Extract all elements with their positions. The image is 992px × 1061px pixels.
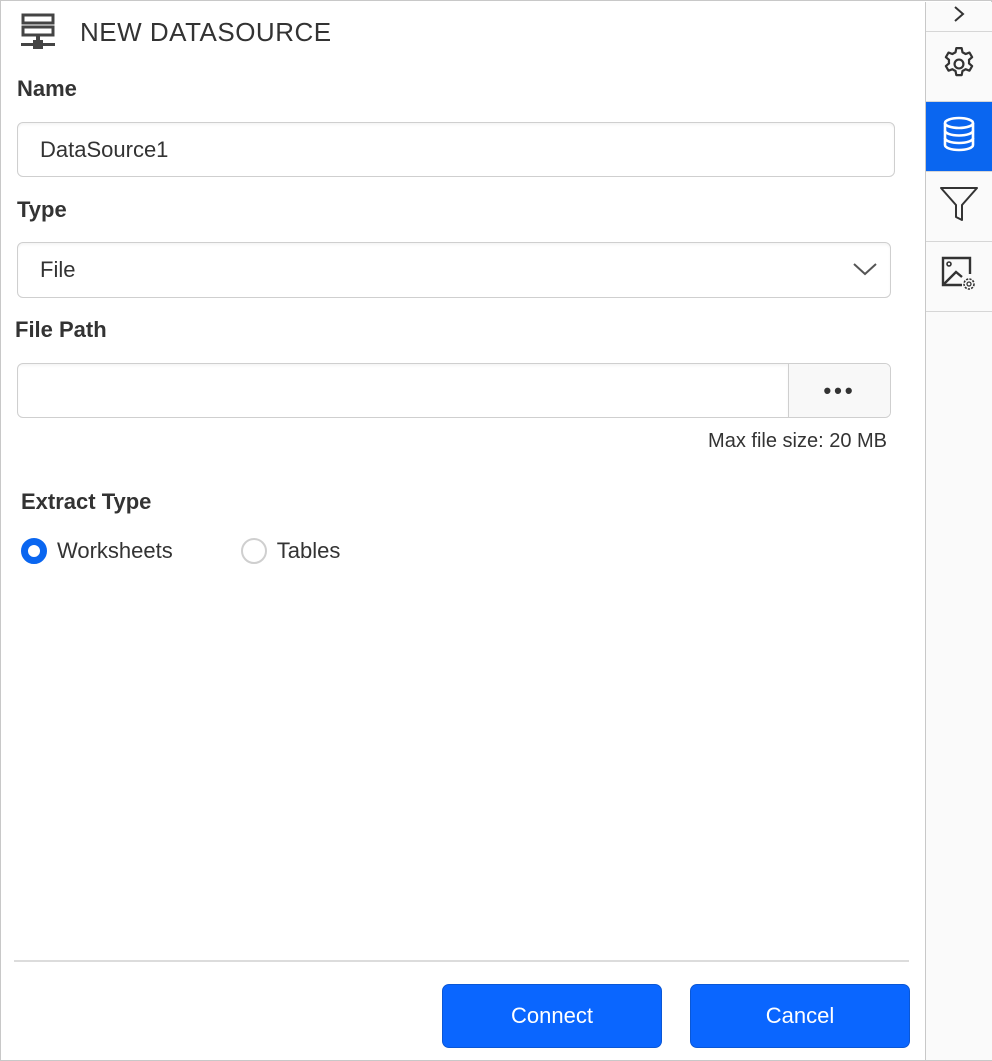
file-path-field: ••• <box>17 363 891 418</box>
sidebar-item-data[interactable] <box>926 102 992 172</box>
name-input-value: DataSource1 <box>40 136 169 162</box>
file-path-input[interactable] <box>18 364 788 417</box>
type-label: Type <box>17 197 67 222</box>
database-icon <box>942 116 976 157</box>
connect-button[interactable]: Connect <box>442 984 662 1048</box>
max-file-size-hint: Max file size: 20 MB <box>708 430 887 452</box>
sidebar-item-properties[interactable] <box>926 32 992 102</box>
image-settings-icon <box>940 255 978 298</box>
designer-panel-frame: NEW DATASOURCE Name DataSource1 Type Fil… <box>0 0 992 1061</box>
page-title: NEW DATASOURCE <box>80 16 332 47</box>
type-select[interactable]: File <box>17 242 891 298</box>
filter-icon <box>939 185 979 228</box>
chevron-right-icon <box>952 5 966 28</box>
radio-checked-icon[interactable] <box>21 538 47 564</box>
type-select-value: File <box>40 257 76 282</box>
extract-type-label: Extract Type <box>21 489 152 514</box>
radio-tables[interactable]: Tables <box>240 538 341 564</box>
file-path-label: File Path <box>15 317 107 342</box>
chevron-down-icon[interactable] <box>852 257 878 283</box>
new-datasource-panel: NEW DATASOURCE Name DataSource1 Type Fil… <box>2 2 925 1060</box>
right-sidebar <box>925 2 992 1060</box>
gear-icon <box>940 45 978 88</box>
sidebar-item-image-settings[interactable] <box>926 242 992 312</box>
radio-worksheets-label: Worksheets <box>57 538 173 563</box>
extract-type-radio-group: Worksheets Tables <box>21 538 340 564</box>
footer-divider <box>14 960 909 962</box>
browse-file-button[interactable]: ••• <box>788 364 890 417</box>
radio-worksheets[interactable]: Worksheets <box>21 538 173 564</box>
sidebar-item-filter[interactable] <box>926 172 992 242</box>
sidebar-item-collapse[interactable] <box>926 2 992 32</box>
cancel-button[interactable]: Cancel <box>690 984 910 1048</box>
radio-tables-label: Tables <box>276 538 341 563</box>
panel-header: NEW DATASOURCE <box>20 12 332 52</box>
radio-unchecked-icon[interactable] <box>240 538 267 564</box>
name-label: Name <box>17 76 77 101</box>
datasource-server-icon <box>20 13 58 51</box>
name-input[interactable]: DataSource1 <box>17 122 895 177</box>
